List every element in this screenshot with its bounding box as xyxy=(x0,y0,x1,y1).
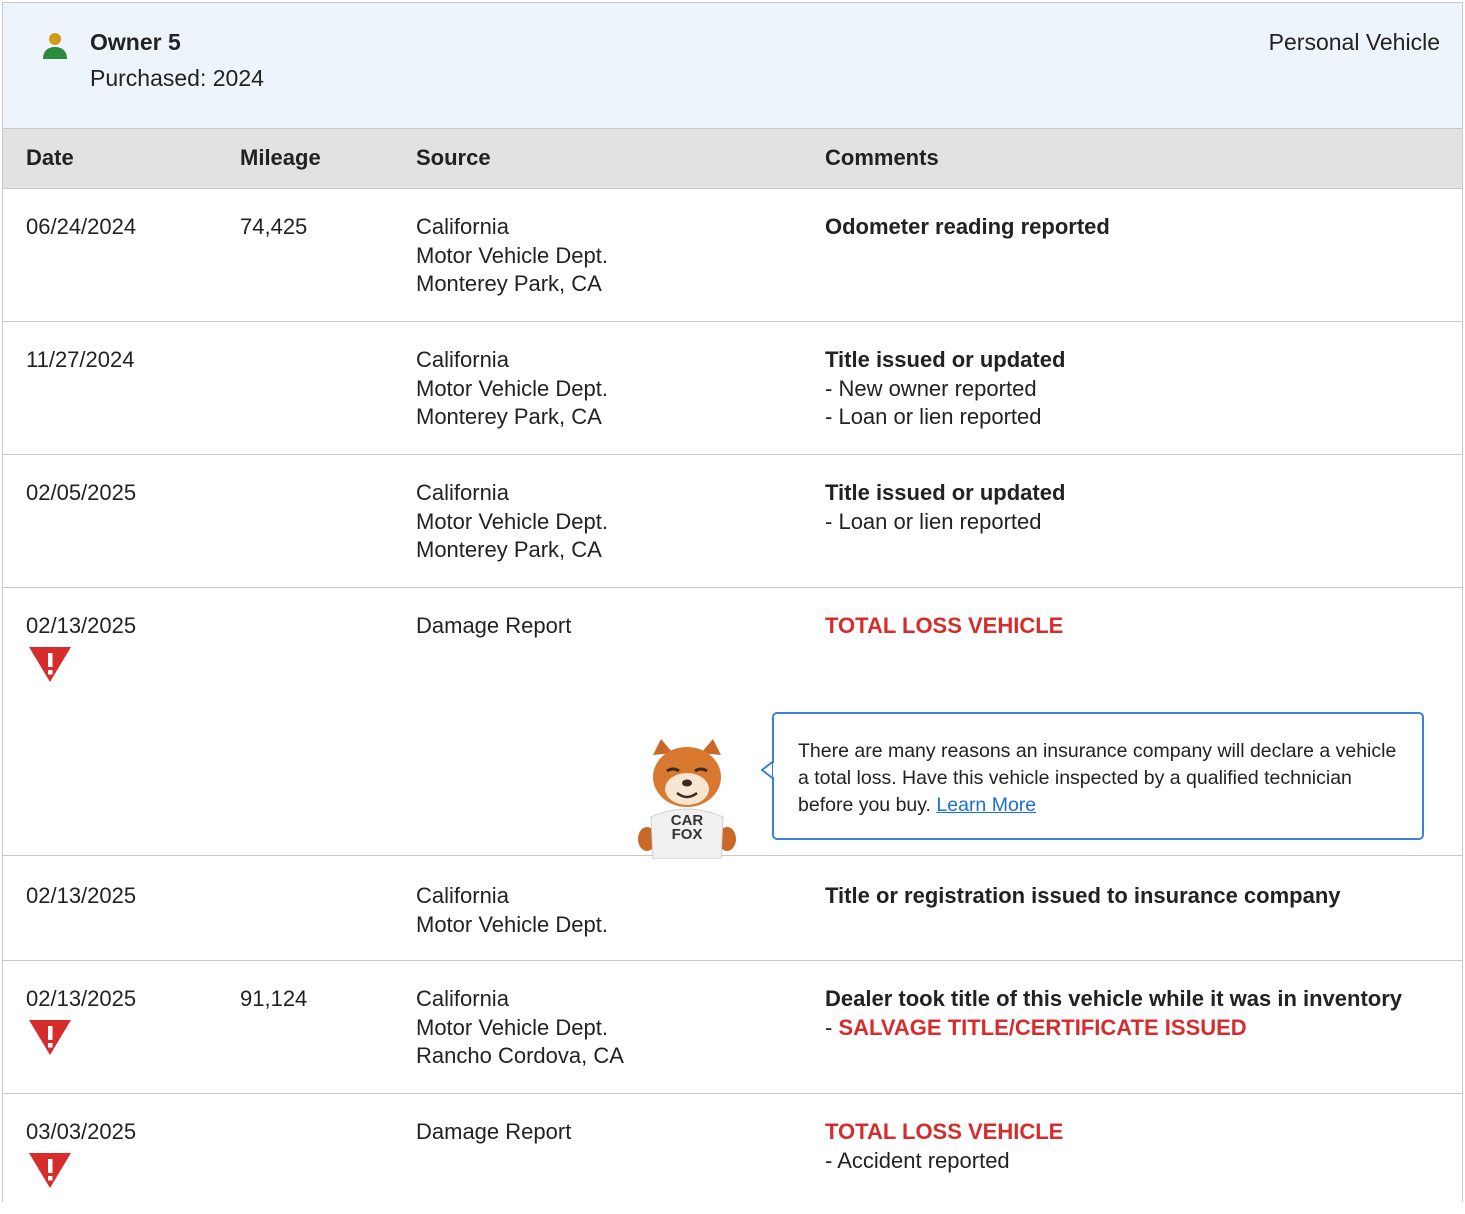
source-line: California xyxy=(416,986,509,1011)
comment-title: Title issued or updated xyxy=(825,480,1066,505)
row-date: 11/27/2024 xyxy=(26,347,135,372)
row-source: Damage Report xyxy=(416,1118,571,1147)
comment-title: Dealer took title of this vehicle while … xyxy=(825,986,1403,1011)
warning-triangle-icon xyxy=(29,1153,71,1188)
table-row: 02/13/2025 California Motor Vehicle Dept… xyxy=(3,856,1462,961)
header-date: Date xyxy=(26,145,74,170)
tooltip-text: There are many reasons an insurance comp… xyxy=(798,738,1398,819)
row-comments: Title issued or updated - New owner repo… xyxy=(825,346,1445,432)
warning-triangle-icon xyxy=(29,647,71,682)
source-line: Motor Vehicle Dept. xyxy=(416,375,608,401)
source-line: California xyxy=(416,347,509,372)
owner-header: Owner 5 Purchased: 2024 Personal Vehicle xyxy=(3,3,1462,129)
mascot-shirt-line: FOX xyxy=(672,826,703,843)
source-line: Damage Report xyxy=(416,613,572,638)
row-date: 02/13/2025 xyxy=(26,986,137,1011)
comment-title-alert: TOTAL LOSS VEHICLE xyxy=(825,613,1064,638)
comment-detail-alert: SALVAGE TITLE/CERTIFICATE ISSUED xyxy=(838,1014,1247,1040)
comment-detail: - Loan or lien reported xyxy=(825,508,1042,534)
row-source: California Motor Vehicle Dept. Monterey … xyxy=(416,479,608,565)
person-icon xyxy=(43,33,67,59)
row-date: 02/13/2025 xyxy=(26,613,137,638)
table-row: 02/05/2025 California Motor Vehicle Dept… xyxy=(3,455,1462,588)
source-line: Motor Vehicle Dept. xyxy=(416,242,608,268)
row-mileage: 74,425 xyxy=(240,214,308,239)
row-date: 02/13/2025 xyxy=(26,883,137,908)
table-row: 03/03/2025 Damage Report TOTAL LOSS VEHI… xyxy=(3,1094,1462,1214)
tooltip-pointer-mask xyxy=(773,763,777,777)
source-line: Motor Vehicle Dept. xyxy=(416,508,608,534)
row-comments: Title issued or updated - Loan or lien r… xyxy=(825,479,1445,536)
row-mileage: 91,124 xyxy=(240,986,308,1011)
owner-name: Owner 5 xyxy=(90,29,181,55)
source-line: Motor Vehicle Dept. xyxy=(416,911,608,937)
source-line: Motor Vehicle Dept. xyxy=(416,1014,608,1040)
row-source: Damage Report xyxy=(416,612,571,641)
owner-history-card: Owner 5 Purchased: 2024 Personal Vehicle… xyxy=(2,2,1463,1214)
row-source: California Motor Vehicle Dept. Monterey … xyxy=(416,213,608,299)
comment-detail-text: Loan or lien reported xyxy=(838,404,1042,429)
header-comments: Comments xyxy=(825,145,939,170)
source-line: Monterey Park, CA xyxy=(416,271,602,296)
comment-detail-text: Loan or lien reported xyxy=(838,508,1042,534)
table-row: 02/13/2025 91,124 California Motor Vehic… xyxy=(3,961,1462,1094)
total-loss-tooltip: There are many reasons an insurance comp… xyxy=(772,712,1424,840)
header-source: Source xyxy=(416,145,491,170)
table-header: Date Mileage Source Comments xyxy=(3,129,1462,189)
row-comments: TOTAL LOSS VEHICLE xyxy=(825,612,1445,641)
table-row: 06/24/2024 74,425 California Motor Vehic… xyxy=(3,189,1462,322)
row-source: California Motor Vehicle Dept. Monterey … xyxy=(416,346,608,432)
carfox-mascot-icon: CAR FOX xyxy=(638,739,736,859)
source-line: Monterey Park, CA xyxy=(416,537,602,562)
comment-title: Odometer reading reported xyxy=(825,214,1110,239)
source-line: Monterey Park, CA xyxy=(416,404,602,429)
comment-detail-text: Accident reported xyxy=(837,1147,1010,1173)
row-comments: Odometer reading reported xyxy=(825,213,1445,242)
comment-detail: - Accident reported xyxy=(825,1147,1010,1173)
comment-detail: - New owner reported xyxy=(825,375,1037,401)
warning-triangle-icon xyxy=(29,1020,71,1055)
comment-title: Title or registration issued to insuranc… xyxy=(825,883,1341,908)
source-line: Rancho Cordova, CA xyxy=(416,1043,624,1068)
row-comments: Dealer took title of this vehicle while … xyxy=(825,985,1445,1042)
row-source: California Motor Vehicle Dept. xyxy=(416,882,608,939)
comment-title: Title issued or updated xyxy=(825,347,1066,372)
comment-title-alert: TOTAL LOSS VEHICLE xyxy=(825,1119,1064,1144)
table-row: 11/27/2024 California Motor Vehicle Dept… xyxy=(3,322,1462,455)
row-comments: TOTAL LOSS VEHICLE - Accident reported xyxy=(825,1118,1445,1175)
row-comments: Title or registration issued to insuranc… xyxy=(825,882,1445,911)
purchase-year: Purchased: 2024 xyxy=(90,65,264,91)
vehicle-type: Personal Vehicle xyxy=(1268,29,1440,55)
tooltip-message: There are many reasons an insurance comp… xyxy=(798,740,1397,816)
source-line: California xyxy=(416,480,509,505)
source-line: California xyxy=(416,883,509,908)
comment-detail: - SALVAGE TITLE/CERTIFICATE ISSUED xyxy=(825,1014,1247,1040)
row-date: 02/05/2025 xyxy=(26,480,137,505)
row-date: 03/03/2025 xyxy=(26,1119,137,1144)
comment-detail: - Loan or lien reported xyxy=(825,404,1042,429)
row-source: California Motor Vehicle Dept. Rancho Co… xyxy=(416,985,624,1071)
row-date: 06/24/2024 xyxy=(26,214,137,239)
source-line: Damage Report xyxy=(416,1119,572,1144)
learn-more-link[interactable]: Learn More xyxy=(936,794,1036,816)
source-line: California xyxy=(416,214,509,239)
header-mileage: Mileage xyxy=(240,145,321,170)
comment-detail-text: New owner reported xyxy=(838,375,1037,401)
